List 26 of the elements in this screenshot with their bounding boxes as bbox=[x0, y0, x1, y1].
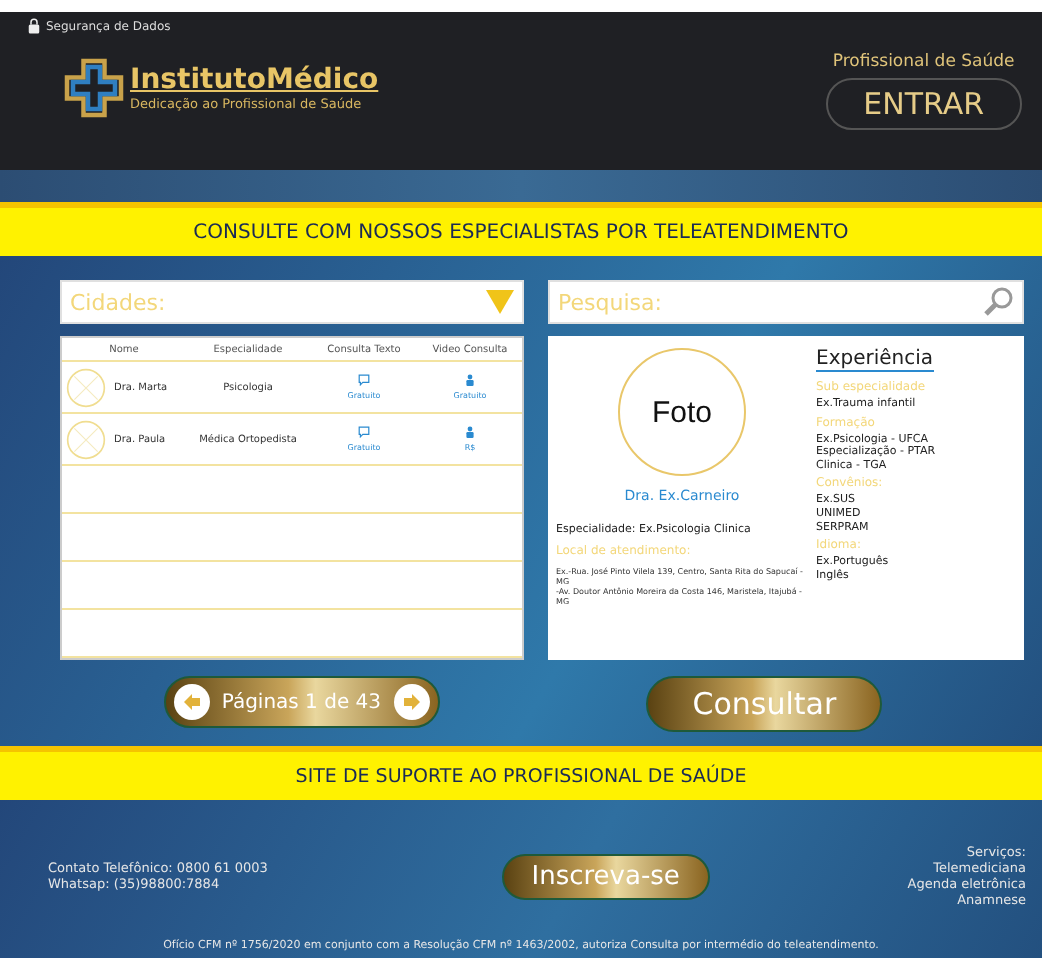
avatar-icon bbox=[66, 419, 106, 459]
previous-page-button[interactable] bbox=[173, 684, 210, 720]
search-field[interactable]: Pesquisa: bbox=[548, 280, 1024, 324]
experience-title: Experiência bbox=[816, 348, 934, 372]
avatar-icon bbox=[66, 367, 106, 407]
photo-label: Foto bbox=[651, 395, 712, 429]
right-arrow-icon bbox=[401, 692, 421, 712]
cross-logo-icon bbox=[64, 58, 124, 118]
lock-icon bbox=[28, 18, 40, 34]
login-button[interactable]: ENTRAR bbox=[825, 78, 1022, 130]
next-page-button[interactable] bbox=[393, 684, 429, 720]
support-banner: SITE DE SUPORTE AO PROFISSIONAL DE SAÚDE bbox=[0, 746, 1042, 800]
left-arrow-icon bbox=[181, 692, 202, 712]
chat-icon[interactable] bbox=[358, 374, 370, 386]
person-icon[interactable] bbox=[464, 374, 476, 386]
chat-icon[interactable] bbox=[358, 426, 370, 438]
page-indicator: Páginas 1 de 43 bbox=[221, 691, 381, 713]
city-dropdown[interactable]: Cidades: bbox=[60, 280, 524, 324]
dropdown-triangle-icon bbox=[486, 290, 514, 314]
search-icon[interactable] bbox=[982, 286, 1014, 318]
person-icon[interactable] bbox=[464, 426, 476, 438]
logo-name: InstitutoMédico bbox=[130, 64, 379, 96]
consult-button[interactable]: Consultar bbox=[646, 676, 883, 732]
signup-button[interactable]: Inscreva-se bbox=[501, 853, 710, 899]
login-label: Profissional de Saúde bbox=[832, 52, 1015, 72]
banner: CONSULTE COM NOSSOS ESPECIALISTAS POR TELEATENDIMENTO bbox=[0, 202, 1042, 256]
